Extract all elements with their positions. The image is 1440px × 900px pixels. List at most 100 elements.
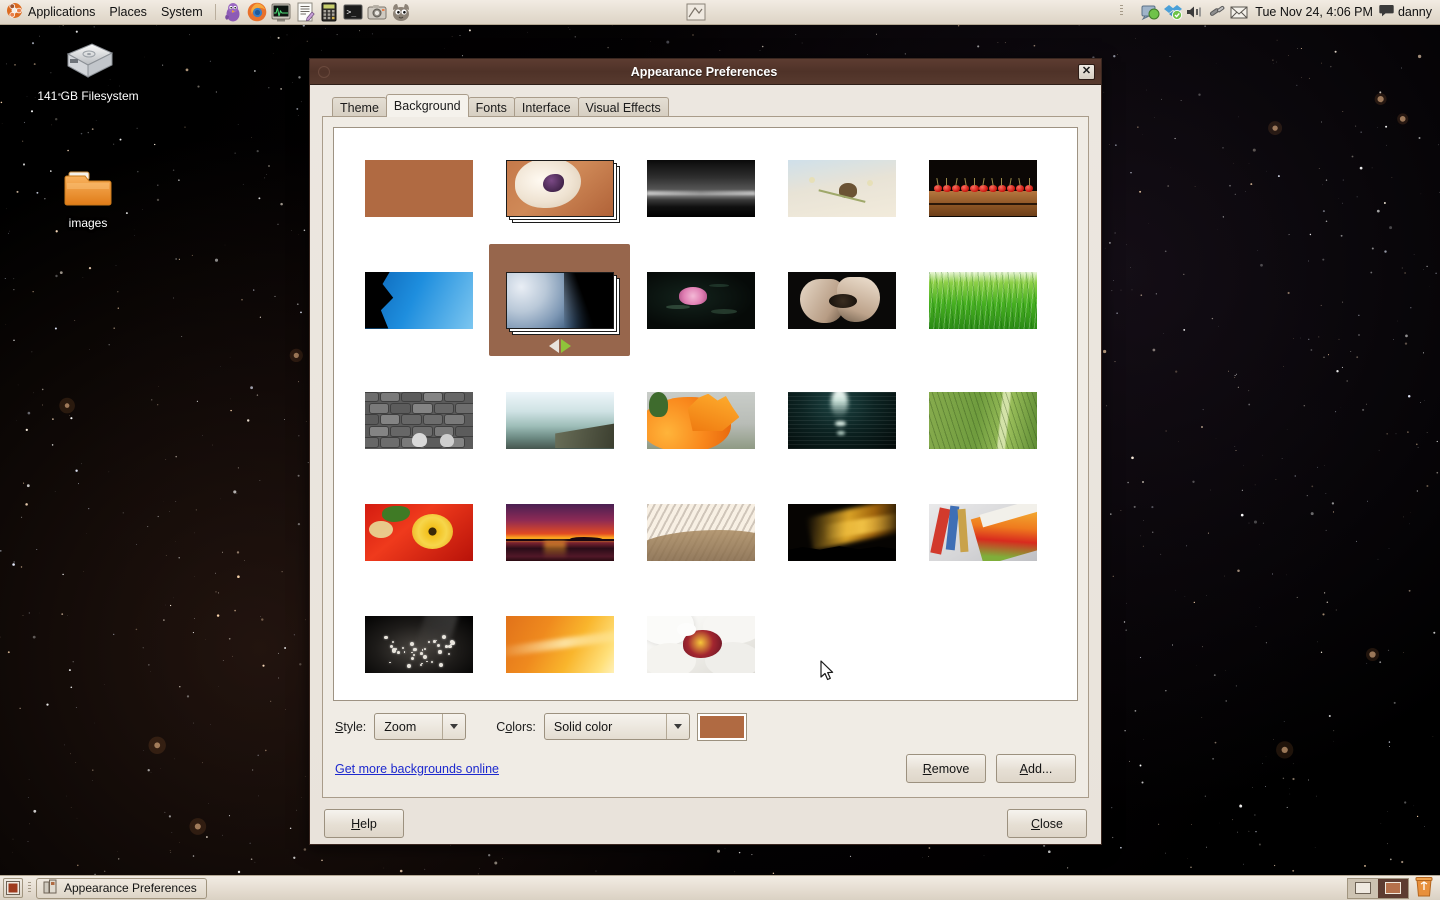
wallpaper-thumbnail [928,391,1037,449]
next-arrow-icon[interactable] [560,339,571,353]
remove-button[interactable]: Remove [906,754,986,783]
wallpaper-item-earth-space[interactable] [489,244,630,356]
pidgin-icon[interactable] [222,1,244,23]
prev-arrow-icon[interactable] [548,339,559,353]
wallpaper-preview [787,159,896,217]
color-swatch-button[interactable] [696,712,747,741]
colors-label: Colors: [496,719,536,734]
wallpaper-item-sand-dunes[interactable] [630,484,771,580]
calculator-icon[interactable] [318,1,340,23]
workspace-switcher[interactable] [1347,877,1409,899]
wallpaper-preview [646,503,755,561]
bluetooth-icon[interactable] [1207,3,1225,21]
folder-icon [33,165,143,213]
taskbar-window-button[interactable]: Appearance Preferences [36,877,207,899]
wallpaper-item-climber-blue[interactable] [348,252,489,348]
screenshot-icon[interactable] [366,1,388,23]
wallpaper-thumbnail [928,271,1037,329]
wallpaper-thumbnail [646,159,755,217]
mail-icon[interactable] [1229,3,1248,21]
wallpaper-item-water-light[interactable] [771,372,912,468]
wallpaper-item-sunset-lake[interactable] [489,484,630,580]
username-label: danny [1397,5,1432,19]
close-button[interactable]: Close [1007,809,1087,838]
wallpaper-item-lotus[interactable] [630,252,771,348]
wallpaper-item-misty-pier[interactable] [489,372,630,468]
wallpaper-item-butterfly[interactable] [771,140,912,236]
gimp-icon[interactable] [390,1,412,23]
wallpaper-thumbnail [364,503,473,561]
background-actions: Get more backgrounds online Remove Add..… [333,740,1078,789]
wallpaper-list-frame[interactable] [333,127,1078,701]
tab-visual-effects[interactable]: Visual Effects [577,97,669,118]
wallpaper-preview [364,159,473,217]
workspace-1[interactable] [1348,878,1378,898]
menu-system[interactable]: System [154,3,210,21]
wallpaper-item-solid-brown[interactable] [348,140,489,236]
wallpaper-item-green-leaf[interactable] [912,372,1053,468]
dropbox-icon[interactable] [1163,3,1183,21]
wallpaper-thumbnail [505,391,614,449]
wallpaper-preview [646,391,755,449]
wallpaper-item-green-grass[interactable] [912,252,1053,348]
style-combobox[interactable]: Zoom [374,713,467,740]
close-icon[interactable]: ✕ [1078,63,1095,80]
wallpaper-item-white-orchid[interactable] [630,596,771,692]
desktop-icon-filesystem[interactable]: 141 GB Filesystem [33,38,143,103]
menu-applications[interactable]: Applications [0,0,102,24]
window-menu-button[interactable] [318,65,330,78]
svg-text:>_: >_ [346,8,356,17]
volume-icon[interactable] [1185,3,1203,21]
appearance-icon [43,879,58,897]
panel-app-indicator-icon[interactable] [686,3,706,21]
wallpaper-item-desert-shell[interactable] [489,140,630,236]
desktop-icon-images[interactable]: images [33,165,143,230]
background-controls: Style: Zoom Colors: Solid color [333,701,1078,741]
wallpaper-preview [505,615,614,673]
help-button[interactable]: Help [324,809,404,838]
wallpaper-thumbnail [364,271,473,329]
text-editor-icon[interactable] [294,1,316,23]
wallpaper-preview [364,503,473,561]
firefox-icon[interactable] [246,1,268,23]
tab-interface[interactable]: Interface [513,97,579,118]
wallpaper-item-hands-seeds[interactable] [771,252,912,348]
terminal-icon[interactable]: >_ [342,1,364,23]
wallpaper-thumbnail [787,159,896,217]
wallpaper-item-dark-droplets[interactable] [348,596,489,692]
dialog-footer: Help Close [322,798,1089,850]
wallpaper-item-cobblestone[interactable] [348,372,489,468]
wallpaper-item-cherries[interactable] [912,140,1053,236]
clock[interactable]: Tue Nov 24, 4:06 PM [1249,5,1379,19]
menu-places[interactable]: Places [102,3,154,21]
wallpaper-preview [928,503,1037,561]
show-desktop-icon[interactable] [3,878,23,898]
tab-background[interactable]: Background [385,94,469,117]
wallpaper-thumbnail [505,615,614,673]
wallpaper-thumbnail [505,159,620,223]
tab-theme[interactable]: Theme [332,97,387,118]
slideshow-nav [489,339,630,353]
tab-fonts[interactable]: Fonts [467,97,515,118]
wallpaper-item-dark-seascape[interactable] [630,140,771,236]
window-title: Appearance Preferences [630,64,778,79]
add-button-label-rest: dd... [1028,761,1053,776]
wallpaper-item-orange-flower[interactable] [630,372,771,468]
background-tab-page: Style: Zoom Colors: Solid color Get more… [322,116,1089,798]
panel-grip-icon [27,880,32,896]
wallpaper-item-art-supplies[interactable] [912,484,1053,580]
user-menu[interactable]: danny [1379,4,1440,20]
workspace-2[interactable] [1378,878,1408,898]
add-button[interactable]: Add... [996,754,1076,783]
bottom-panel: Appearance Preferences [0,875,1440,900]
trash-icon[interactable] [1414,876,1434,900]
wallpaper-item-red-flowers[interactable] [348,484,489,580]
network-icon[interactable] [1141,3,1160,21]
wallpaper-preview [364,271,473,329]
system-monitor-icon[interactable] [270,1,292,23]
colors-combobox[interactable]: Solid color [543,713,690,740]
wallpaper-item-golden-clouds[interactable] [771,484,912,580]
wallpaper-item-orange-gradient[interactable] [489,596,630,692]
get-more-backgrounds-link[interactable]: Get more backgrounds online [335,762,499,776]
window-titlebar[interactable]: Appearance Preferences ✕ [310,59,1101,85]
